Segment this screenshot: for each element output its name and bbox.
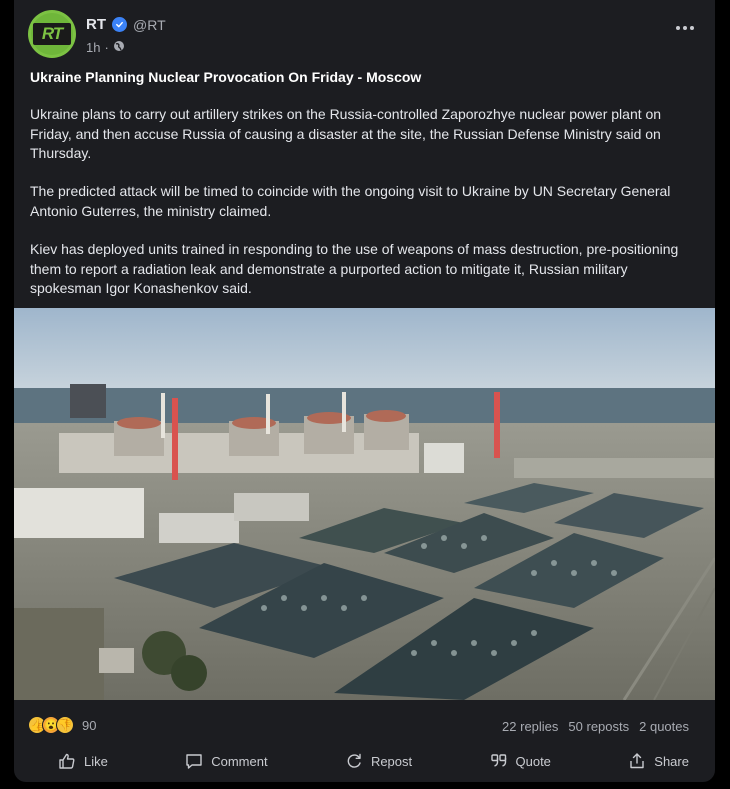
- quotes-count[interactable]: 2 quotes: [639, 719, 689, 734]
- author-handle[interactable]: @RT: [133, 17, 166, 33]
- post-card: RT RT @RT 1h · Ukraine Planning Nuclear …: [14, 0, 715, 782]
- more-icon[interactable]: [673, 20, 697, 36]
- post-meta: 1h ·: [86, 40, 125, 55]
- thumbs-down-reaction-icon: 👎: [56, 716, 74, 734]
- repost-button[interactable]: Repost: [345, 745, 412, 777]
- comment-label: Comment: [211, 753, 268, 769]
- repost-icon: [345, 752, 363, 770]
- like-label: Like: [84, 753, 108, 769]
- post-paragraph-1: Ukraine plans to carry out artillery str…: [30, 106, 662, 161]
- share-label: Share: [654, 753, 689, 769]
- verified-badge-icon: [112, 17, 127, 32]
- avatar-logo: RT: [33, 23, 71, 45]
- globe-icon: [113, 40, 125, 55]
- thumbs-up-icon: [58, 752, 76, 770]
- repost-label: Repost: [370, 753, 413, 769]
- quote-icon: [490, 752, 508, 770]
- like-button[interactable]: Like: [58, 745, 108, 777]
- engagement-stats: 👍 😮 👎 90 22 replies 50 reposts 2 quotes: [28, 716, 701, 738]
- reaction-summary[interactable]: 👍 😮 👎 90: [28, 716, 96, 734]
- post-title: Ukraine Planning Nuclear Provocation On …: [30, 69, 422, 85]
- author-name[interactable]: RT: [86, 16, 106, 33]
- quote-label: Quote: [515, 753, 551, 769]
- avatar-circle: RT: [31, 13, 73, 55]
- post-time[interactable]: 1h: [86, 40, 100, 55]
- post-photo[interactable]: [14, 308, 715, 700]
- engagement-counts: 22 replies 50 reposts 2 quotes: [502, 719, 689, 734]
- avatar[interactable]: RT: [28, 10, 76, 58]
- meta-separator: ·: [104, 40, 109, 55]
- post-paragraph-2: The predicted attack will be timed to co…: [30, 183, 671, 219]
- comment-button[interactable]: Comment: [185, 745, 268, 777]
- post-paragraph-3: Kiev has deployed units trained in respo…: [30, 241, 679, 296]
- author-row: RT @RT: [86, 16, 166, 33]
- share-button[interactable]: Share: [628, 745, 689, 777]
- post-header: RT RT @RT 1h ·: [28, 10, 701, 60]
- reposts-count[interactable]: 50 reposts: [568, 719, 629, 734]
- comment-icon: [185, 752, 203, 770]
- action-bar: Like Comment Repost Quote Share: [14, 745, 715, 777]
- reaction-count: 90: [82, 717, 97, 733]
- replies-count[interactable]: 22 replies: [502, 719, 558, 734]
- share-icon: [628, 752, 646, 770]
- quote-button[interactable]: Quote: [490, 745, 551, 777]
